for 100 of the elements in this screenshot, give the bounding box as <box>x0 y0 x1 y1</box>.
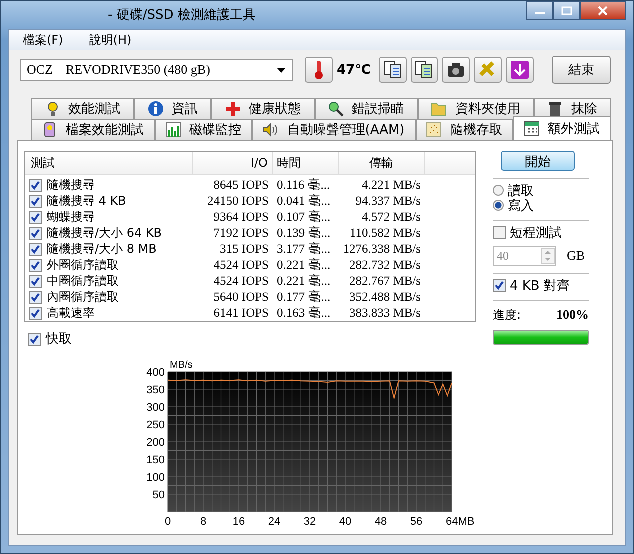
x-tick-label: 0 <box>164 516 172 528</box>
y-tick-label: 250 <box>146 420 165 432</box>
menu-item[interactable]: 檔案(F) <box>23 32 64 48</box>
exit-button[interactable]: 結束 <box>552 56 612 84</box>
calculator-icon <box>524 120 540 136</box>
temperature-reading: 47℃ <box>337 62 371 78</box>
radio-button[interactable] <box>493 200 504 211</box>
checkbox[interactable] <box>29 242 42 256</box>
y-tick-label: 200 <box>146 437 165 449</box>
x-tick-label: 40 <box>339 516 352 528</box>
camera-icon <box>446 60 466 80</box>
copy-button[interactable] <box>378 57 407 83</box>
tab[interactable]: 效能測試 <box>31 98 134 119</box>
table-cell-text: 0.116 毫... <box>276 176 332 194</box>
y-tick-label: 50 <box>152 490 165 502</box>
table-cell-text: 5640 IOPS <box>212 290 270 304</box>
x-tick-label: 64MB <box>446 516 475 528</box>
x-tick-label: 24 <box>268 516 281 528</box>
minimize-button[interactable] <box>526 1 553 20</box>
radio-button[interactable] <box>493 185 504 196</box>
table-cell-text: 24150 IOPS <box>206 194 270 208</box>
tab[interactable]: 隨機存取 <box>416 119 514 140</box>
table-cell-text: 4.572 MB/s <box>360 210 422 224</box>
table-cell-text: 282.732 MB/s <box>348 258 422 272</box>
checkbox[interactable] <box>493 226 506 239</box>
checkbox-label: 快取 <box>46 331 72 348</box>
table-cell-text: 94.337 MB/s <box>354 194 422 208</box>
progress-reading: 100% <box>556 307 589 324</box>
progress-label: 進度: <box>493 307 522 324</box>
checkbox[interactable] <box>29 258 42 272</box>
table-cell-text: 0.177 毫... <box>276 288 332 306</box>
speaker-icon <box>263 122 280 138</box>
table-cell-text: 4.221 MB/s <box>360 178 422 192</box>
table-cell-text: 352.488 MB/s <box>348 290 422 304</box>
trash-icon <box>547 101 564 117</box>
table-cell-text: 110.582 MB/s <box>348 226 422 240</box>
checkbox-label: 4 KB 對齊 <box>510 278 570 294</box>
checkbox[interactable] <box>29 210 42 224</box>
table-cell-text: 282.767 MB/s <box>348 274 422 288</box>
documents-icon <box>414 60 434 80</box>
checkbox-label: 短程測試 <box>510 224 562 242</box>
radio-label: 寫入 <box>508 198 534 214</box>
table-cell-text: 9364 IOPS <box>212 210 270 224</box>
tab[interactable]: 額外測試 <box>513 116 612 140</box>
camera-button[interactable] <box>442 57 470 83</box>
tab[interactable]: 檔案效能測試 <box>31 119 155 140</box>
column-header[interactable]: 測試 <box>25 152 193 174</box>
checkbox[interactable] <box>493 279 506 292</box>
checkbox[interactable] <box>29 178 42 192</box>
close-button[interactable] <box>580 1 626 20</box>
checkbox[interactable] <box>29 226 42 240</box>
column-header[interactable]: 傳輸 <box>339 152 425 174</box>
caret-icon <box>277 68 286 72</box>
table-cell-text: 383.833 MB/s <box>348 306 422 320</box>
documents-icon <box>382 60 403 80</box>
column-header[interactable]: I/O <box>193 152 273 174</box>
checkbox[interactable] <box>29 290 42 304</box>
test-name: 高載速率 <box>47 304 95 322</box>
start-button[interactable]: 開始 <box>501 151 575 171</box>
thermometer-button[interactable] <box>305 57 333 83</box>
table-cell-text: 0.139 毫... <box>276 224 332 242</box>
test-name: 中圈循序讀取 <box>47 272 119 290</box>
y-tick-label: 400 <box>146 367 165 379</box>
checkbox[interactable] <box>29 194 42 208</box>
table-cell-text: 0.221 毫... <box>276 272 332 290</box>
table-cell-text: 0.163 毫... <box>276 304 332 322</box>
checkbox[interactable] <box>29 274 42 288</box>
menu-item[interactable]: 說明(H) <box>89 32 132 48</box>
close-icon <box>597 6 609 16</box>
tab[interactable]: 健康狀態 <box>211 98 315 119</box>
y-tick-label: 100 <box>146 472 165 484</box>
thermometer-icon <box>314 60 324 80</box>
checkbox[interactable] <box>28 332 41 346</box>
table-cell-text: 4524 IOPS <box>212 274 270 288</box>
tab[interactable]: 錯誤掃瞄 <box>314 98 418 119</box>
tab[interactable]: 磁碟監控 <box>154 119 252 140</box>
tab[interactable]: 資料夾使用 <box>418 98 534 119</box>
radio-label: 讀取 <box>508 182 534 199</box>
axis-label: MB/s <box>170 360 193 371</box>
dotted-square-icon <box>426 122 442 138</box>
tab[interactable]: 資訊 <box>134 98 212 119</box>
magnifier-icon <box>328 101 344 117</box>
test-name: 隨機搜尋/大小 8 MB <box>47 240 157 258</box>
table-cell-text: 4524 IOPS <box>212 258 270 272</box>
copy-button[interactable] <box>410 57 438 83</box>
x-tick-label: 32 <box>304 516 316 528</box>
table-cell-text: 0.107 毫... <box>276 208 332 226</box>
test-name: 外圈循序讀取 <box>47 256 119 274</box>
download-button[interactable] <box>506 57 534 83</box>
maximize-button[interactable] <box>553 1 580 20</box>
test-name: 隨機搜尋 <box>47 176 95 194</box>
tab[interactable]: 自動噪聲管理(AAM) <box>252 119 416 140</box>
column-header[interactable]: 時間 <box>273 152 339 174</box>
bar-chart-icon <box>166 122 182 138</box>
y-tick-label: 300 <box>146 402 165 414</box>
drive-dropdown[interactable]: OCZ REVODRIVE350 (480 gB) <box>20 59 294 81</box>
table-cell-text: 7192 IOPS <box>212 226 270 240</box>
checkbox[interactable] <box>29 306 42 320</box>
y-tick-label: 150 <box>146 454 165 466</box>
x-tick-label: 48 <box>374 516 388 528</box>
